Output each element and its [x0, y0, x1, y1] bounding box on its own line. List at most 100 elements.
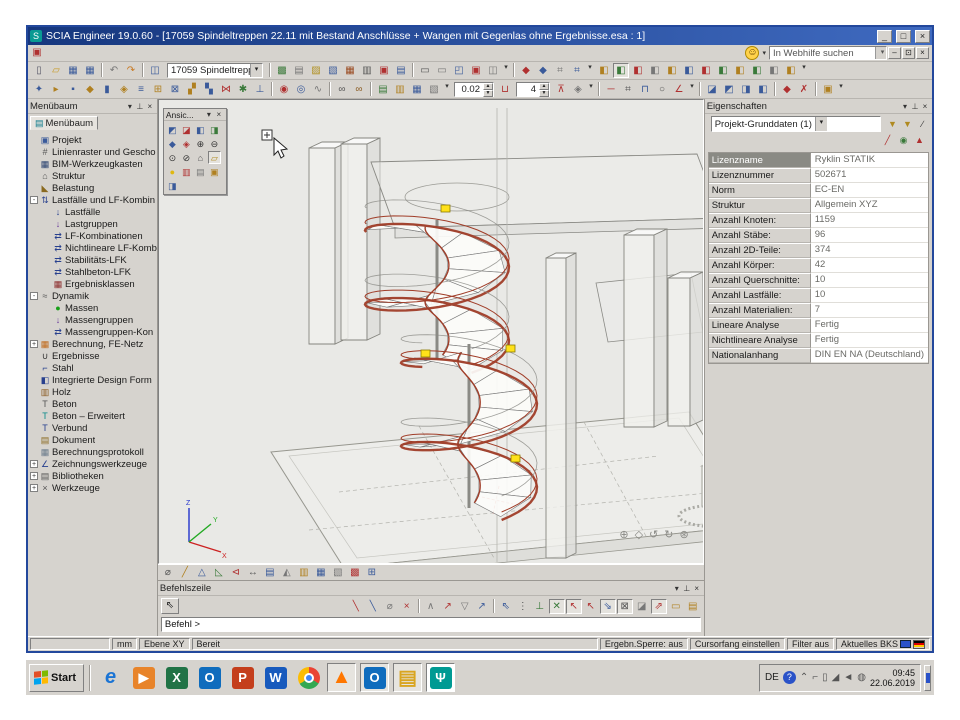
tab-menubaum[interactable]: ▤ Menübaum [30, 116, 98, 130]
status-filter[interactable]: Filter aus [787, 638, 834, 650]
scale-spinner-arrows[interactable]: ▲▼ [483, 83, 493, 96]
brush-icon[interactable]: ╱ [881, 134, 894, 147]
snap-delete-icon[interactable]: × [399, 599, 415, 614]
property-row-struktur[interactable]: StrukturAllgemein XYZ [709, 198, 928, 213]
property-value[interactable]: 10 [811, 273, 928, 288]
snap-peak-icon[interactable]: ∧ [423, 599, 439, 614]
toolbar-overflow-icon[interactable]: ▾ [688, 82, 696, 97]
tree-item-bim-werkzeugkasten[interactable]: ▦BIM-Werkzeugkasten [30, 158, 157, 170]
shade-icon[interactable]: ◭ [279, 565, 295, 580]
view-panel-icon[interactable]: ◧ [766, 63, 782, 78]
volume-icon[interactable]: ◄ [843, 672, 853, 683]
hinge-icon[interactable]: ◉ [276, 82, 292, 97]
layer3-icon[interactable]: ▦ [409, 82, 425, 97]
toolbar-overflow-icon[interactable]: ▾ [587, 82, 595, 97]
snap-end-icon[interactable]: ↖ [566, 599, 582, 614]
panel-dropdown-icon[interactable]: ▾ [125, 102, 135, 111]
surface-icon[interactable]: ◺ [211, 565, 227, 580]
toolbar-overflow-icon[interactable]: ▾ [443, 82, 451, 97]
property-value[interactable]: EC-EN [811, 183, 928, 198]
scia-icon[interactable]: Ψ [426, 663, 455, 692]
snap-tan-icon[interactable]: ◪ [634, 599, 650, 614]
tree-item-ergebnisklassen[interactable]: ▦Ergebnisklassen [30, 278, 157, 290]
view-panel-icon[interactable]: ◧ [596, 63, 612, 78]
pen-icon[interactable]: ╱ [177, 565, 193, 580]
open-icon[interactable]: ▱ [48, 63, 64, 78]
rotate-left-icon[interactable]: ↺ [649, 528, 658, 541]
grid-b-icon[interactable]: ⌗ [569, 63, 585, 78]
mirror-icon[interactable]: ◧ [755, 82, 771, 97]
search-dropdown-icon[interactable]: ▾ [875, 47, 886, 59]
tree-item-dokument[interactable]: ▤Dokument [30, 434, 157, 446]
binocular2-icon[interactable]: ∞ [351, 82, 367, 97]
tree-item-zeichnungswerkzeuge[interactable]: +∠Zeichnungswerkzeuge [30, 458, 157, 470]
steel-icon[interactable]: ▦ [342, 63, 358, 78]
viewport-3d[interactable]: ZXY Ansic... ▾ × ◩◪◧◨◆◈⊕⊖⊙⊘⌂▱●▥▤▣◨ ⊕◇↺↻⊛ [158, 99, 704, 564]
show-desktop-button[interactable] [924, 665, 931, 691]
help-tray-icon[interactable]: ? [783, 671, 796, 684]
ansicht-dropdown-icon[interactable]: ▾ [204, 110, 214, 119]
view-folder-icon[interactable]: ▱ [208, 151, 221, 164]
zoom-all-icon[interactable]: ⊘ [180, 151, 193, 164]
layer-icon[interactable]: ▤ [375, 82, 391, 97]
tree-item-massengruppen-kon[interactable]: ⇄Massengruppen-Kon [30, 326, 157, 338]
ansicht-toolbar-header[interactable]: Ansic... ▾ × [164, 109, 226, 121]
bim-icon[interactable]: ▣ [820, 82, 836, 97]
wire-icon[interactable]: ▤ [194, 165, 207, 178]
tree-item-lastfälle-und-lf-kombin[interactable]: -⇅Lastfälle und LF-Kombin [30, 194, 157, 206]
rotate-icon[interactable]: ◨ [738, 82, 754, 97]
status-result-lock[interactable]: Ergebn.Sperre: aus [600, 638, 688, 650]
tree-item-beton-erweitert[interactable]: TBeton – Erweitert [30, 410, 157, 422]
polyline-icon[interactable]: ⌗ [620, 82, 636, 97]
snap-node-icon[interactable]: ↖ [583, 599, 599, 614]
redo-icon[interactable]: ↷ [123, 63, 139, 78]
tree-item-stabilitäts-lfk[interactable]: ⇄Stabilitäts-LFK [30, 254, 157, 266]
result-view-icon[interactable]: ⊞ [364, 565, 380, 580]
rotate-down-icon[interactable]: ↻ [664, 528, 673, 541]
property-row-anzahl-knoten[interactable]: Anzahl Knoten:1159 [709, 213, 928, 228]
triad-icon[interactable]: △ [194, 565, 210, 580]
snap-arrow-icon[interactable]: ↗ [440, 599, 456, 614]
view-params-icon[interactable]: ◨ [166, 179, 179, 192]
mdi-close-button[interactable]: × [916, 47, 929, 59]
b-setting-icon[interactable]: ▣ [208, 165, 221, 178]
gallery-icon[interactable]: ◰ [451, 63, 467, 78]
property-row-lizenznummer[interactable]: Lizenznummer502671 [709, 168, 928, 183]
snap-ortho-icon[interactable]: ⊥ [532, 599, 548, 614]
property-value[interactable]: 502671 [811, 168, 928, 183]
tree-item-lastgruppen[interactable]: ↓Lastgruppen [30, 218, 157, 230]
snap-line2-icon[interactable]: ╲ [365, 599, 381, 614]
feedback-smiley-icon[interactable]: ☺ [745, 46, 759, 60]
plate-icon[interactable]: ◆ [82, 82, 98, 97]
titlebar[interactable]: S SCIA Engineer 19.0.60 - [17059 Spindel… [28, 27, 932, 45]
tree-item-stahlbeton-lfk[interactable]: ⇄Stahlbeton-LFK [30, 266, 157, 278]
tree-item-projekt[interactable]: ▣Projekt [30, 134, 157, 146]
tree-item-belastung[interactable]: ◣Belastung [30, 182, 157, 194]
perspective-icon[interactable]: ⌀ [160, 565, 176, 580]
doc-icon[interactable]: ▣ [376, 63, 392, 78]
cmd-pin-icon[interactable]: ⊥ [682, 584, 692, 593]
outlook2-icon[interactable]: O [360, 663, 389, 692]
grid-a-icon[interactable]: ⌗ [552, 63, 568, 78]
save-icon[interactable]: ▦ [65, 63, 81, 78]
snap-mid-icon[interactable]: ✕ [549, 599, 565, 614]
view-panel-icon[interactable]: ◧ [749, 63, 765, 78]
toolbar-overflow-icon[interactable]: ▾ [586, 63, 594, 78]
calc-icon[interactable]: ▤ [291, 63, 307, 78]
flag-tray-icon[interactable]: ⌐ [812, 672, 818, 683]
sheet-icon[interactable]: ▤ [262, 565, 278, 580]
zoom-cube-icon[interactable]: ⊕ [619, 528, 628, 541]
cmd-dropdown-icon[interactable]: ▾ [672, 584, 682, 593]
results-icon[interactable]: ▧ [325, 63, 341, 78]
tree-item-holz[interactable]: ▥Holz [30, 386, 157, 398]
mesh-view-icon[interactable]: ▦ [313, 565, 329, 580]
tree-item-lastfälle[interactable]: ↓Lastfälle [30, 206, 157, 218]
property-row-lineare-analyse[interactable]: Lineare AnalyseFertig [709, 318, 928, 333]
property-row-nichtlineare-analyse[interactable]: Nichtlineare AnalyseFertig [709, 333, 928, 348]
collapse-icon[interactable]: - [30, 292, 38, 300]
outlook-icon[interactable]: O [195, 663, 224, 692]
column-icon[interactable]: ▪ [65, 82, 81, 97]
zoom-selection-icon[interactable]: ⌂ [194, 151, 207, 164]
word-icon[interactable]: W [261, 663, 290, 692]
table-icon[interactable]: ▤ [393, 63, 409, 78]
